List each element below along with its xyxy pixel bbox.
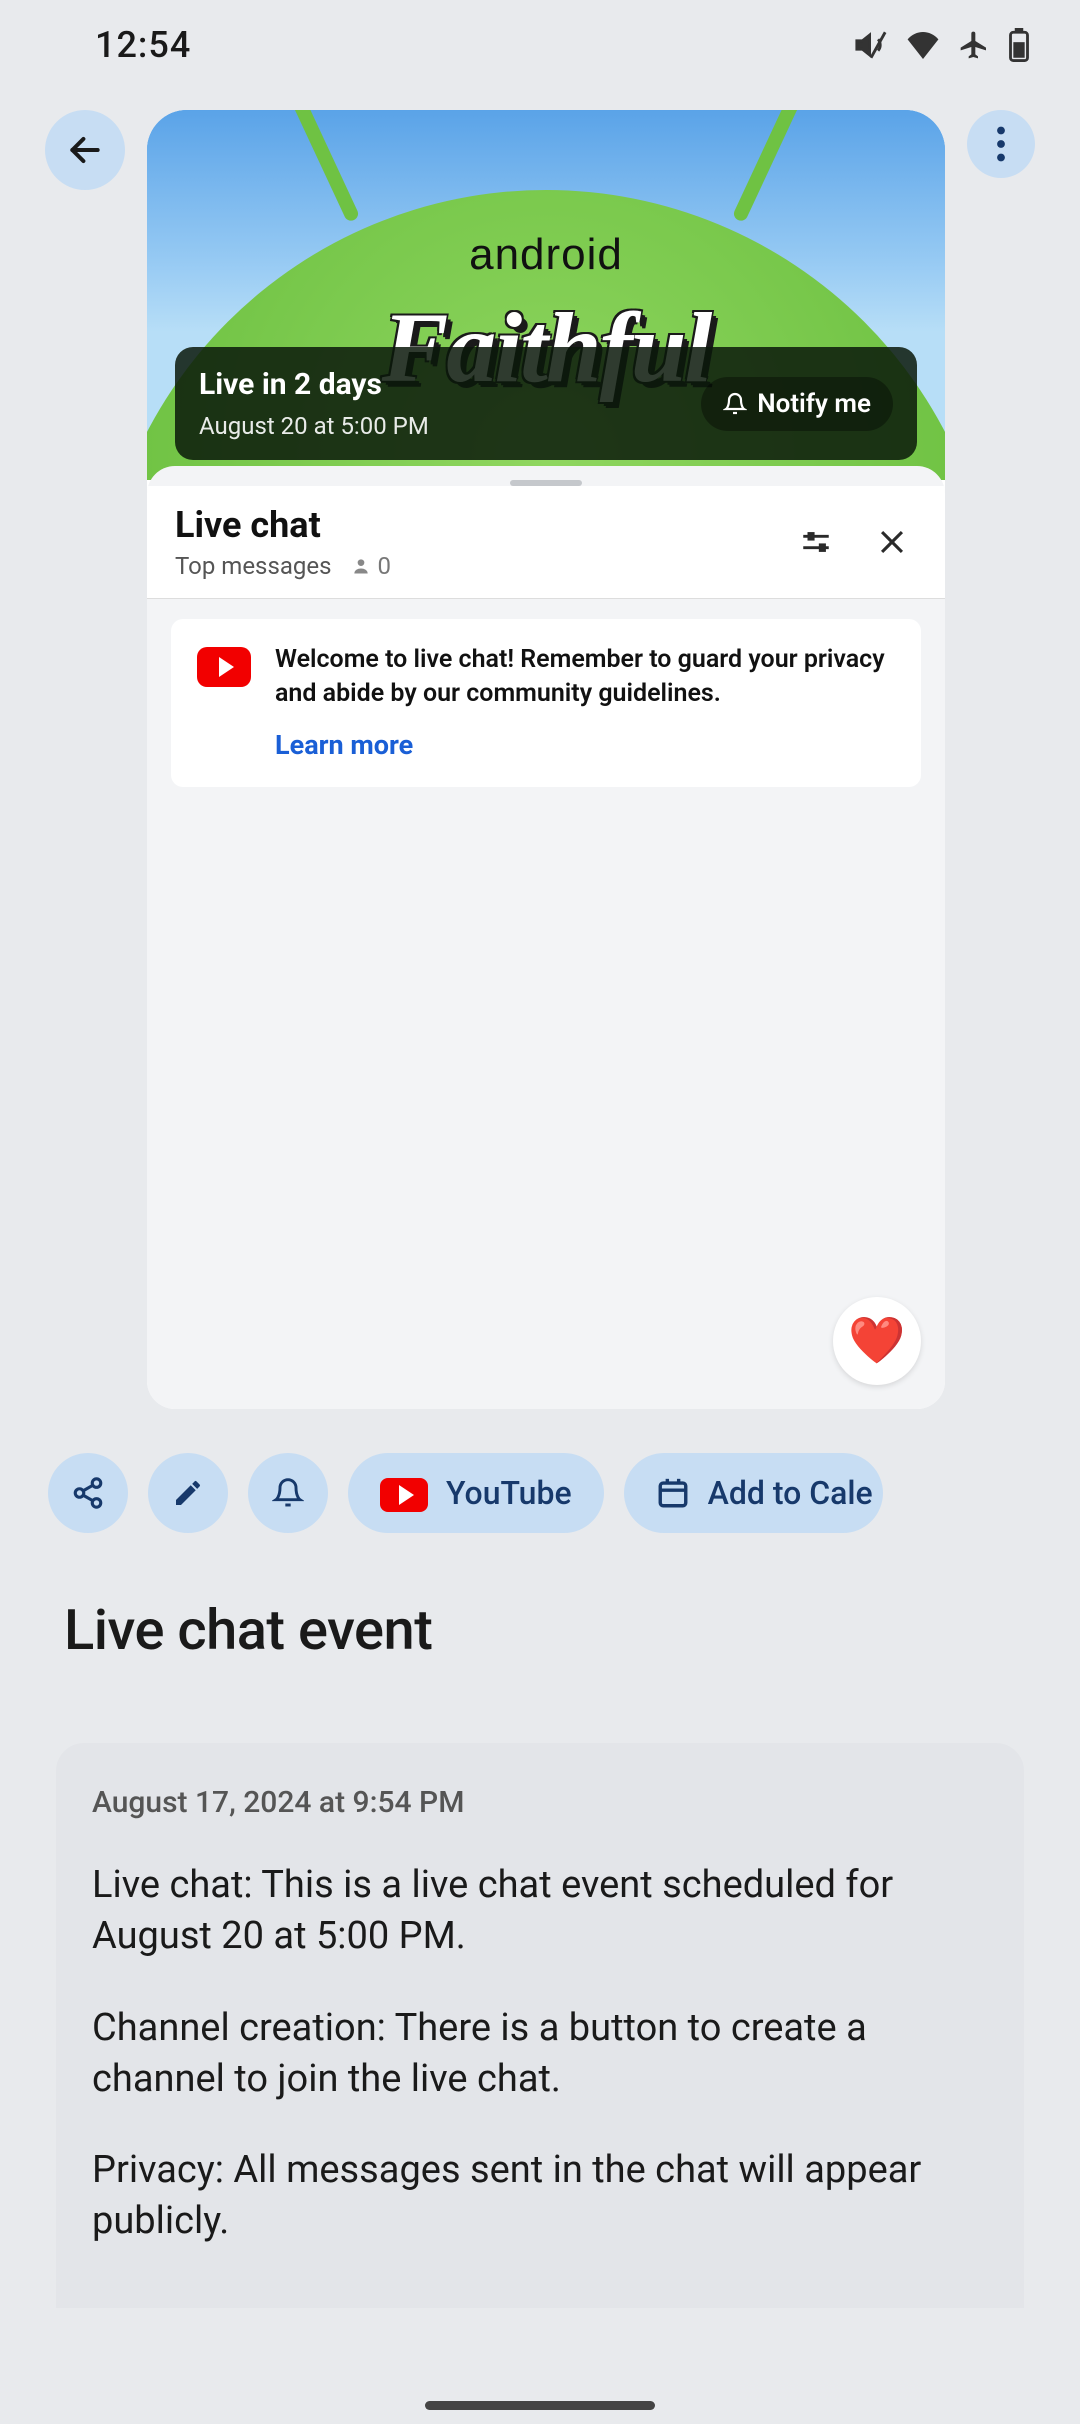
notify-button[interactable] <box>248 1453 328 1533</box>
action-row: YouTube Add to Cale <box>20 1409 1060 1533</box>
learn-more-link[interactable]: Learn more <box>275 729 895 761</box>
chat-title: Live chat <box>175 504 391 546</box>
chat-filter-label[interactable]: Top messages <box>175 552 331 580</box>
live-chat-panel: Live chat Top messages 0 <box>147 466 945 1409</box>
person-icon <box>351 556 371 576</box>
youtube-icon <box>197 647 251 687</box>
chat-viewers: 0 <box>351 552 391 580</box>
calendar-label: Add to Cale <box>708 1474 873 1512</box>
status-bar: 12:54 <box>0 0 1080 90</box>
youtube-button[interactable]: YouTube <box>348 1453 604 1533</box>
chat-welcome-text: Welcome to live chat! Remember to guard … <box>275 643 895 711</box>
more-vert-icon <box>996 126 1006 162</box>
chat-viewer-count: 0 <box>377 552 391 580</box>
youtube-label: YouTube <box>446 1474 572 1512</box>
live-countdown-title: Live in 2 days <box>199 365 429 406</box>
video-hero[interactable]: android Faithful Live in 2 days August 2… <box>147 110 945 480</box>
youtube-icon <box>380 1478 428 1512</box>
chat-settings-button[interactable] <box>799 525 833 559</box>
back-button[interactable] <box>45 110 125 190</box>
live-info-bar: Live in 2 days August 20 at 5:00 PM Noti… <box>175 347 917 460</box>
bell-icon <box>723 392 747 416</box>
wifi-icon <box>906 31 940 59</box>
close-icon <box>875 525 909 559</box>
notify-me-button[interactable]: Notify me <box>701 377 893 431</box>
live-datetime: August 20 at 5:00 PM <box>199 410 429 442</box>
heart-icon: ❤️ <box>848 1314 905 1368</box>
heart-react-button[interactable]: ❤️ <box>833 1297 921 1385</box>
add-to-calendar-button[interactable]: Add to Cale <box>624 1453 883 1533</box>
battery-icon <box>1008 28 1030 62</box>
video-card: android Faithful Live in 2 days August 2… <box>147 110 945 1409</box>
calendar-icon <box>656 1476 690 1510</box>
status-time: 12:54 <box>95 24 191 66</box>
note-p2: Channel creation: There is a button to c… <box>92 2003 988 2106</box>
pencil-icon <box>172 1477 204 1509</box>
volume-muted-icon <box>854 28 888 62</box>
top-row: android Faithful Live in 2 days August 2… <box>20 110 1060 1409</box>
chat-header: Live chat Top messages 0 <box>147 486 945 599</box>
chat-body: Welcome to live chat! Remember to guard … <box>147 599 945 1409</box>
overflow-menu-button[interactable] <box>967 110 1035 178</box>
note-date: August 17, 2024 at 9:54 PM <box>92 1785 988 1820</box>
share-button[interactable] <box>48 1453 128 1533</box>
airplane-mode-icon <box>958 29 990 61</box>
chat-close-button[interactable] <box>875 525 909 559</box>
main-container: android Faithful Live in 2 days August 2… <box>20 90 1060 2308</box>
page-title: Live chat event <box>20 1533 1060 1673</box>
hero-brand-top: android <box>147 230 945 280</box>
notify-me-label: Notify me <box>757 389 871 419</box>
sliders-icon <box>799 525 833 559</box>
note-body: Live chat: This is a live chat event sch… <box>92 1860 988 2248</box>
edit-button[interactable] <box>148 1453 228 1533</box>
note-p3: Privacy: All messages sent in the chat w… <box>92 2145 988 2248</box>
share-icon <box>71 1476 105 1510</box>
status-icons <box>854 28 1030 62</box>
note-card: August 17, 2024 at 9:54 PM Live chat: Th… <box>56 1743 1024 2308</box>
note-p1: Live chat: This is a live chat event sch… <box>92 1860 988 1963</box>
home-indicator[interactable] <box>425 2401 655 2410</box>
chat-welcome-card: Welcome to live chat! Remember to guard … <box>171 619 921 787</box>
bell-icon <box>272 1477 304 1509</box>
